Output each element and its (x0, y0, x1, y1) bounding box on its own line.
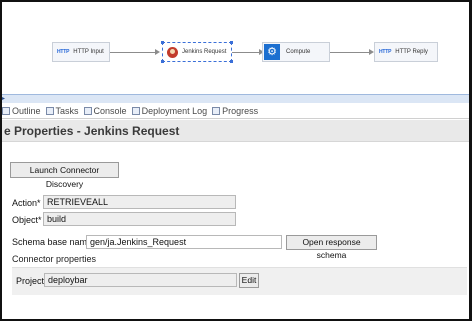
node-jenkins-request[interactable]: Jenkins Request (162, 42, 232, 62)
tasks-icon (45, 107, 54, 115)
gear-icon: ⚙ (264, 44, 280, 60)
deployment-log-icon (131, 107, 140, 115)
node-compute[interactable]: ⚙ Compute (262, 42, 330, 62)
flow-canvas[interactable]: HTTP HTTP Input Jenkins Request ⚙ Comput… (6, 6, 468, 94)
sash-icon: ▸ (2, 96, 6, 102)
node-label: Jenkins Request (182, 49, 227, 55)
jenkins-icon (167, 46, 178, 58)
node-http-input[interactable]: HTTP HTTP Input (52, 42, 110, 62)
open-response-schema-button[interactable]: Open response schema (286, 235, 377, 260)
http-icon: HTTP (379, 49, 392, 55)
edit-button[interactable]: Edit (239, 273, 259, 288)
connector-properties-header: Connector properties (12, 254, 97, 264)
action-label: Action* (12, 198, 41, 208)
tab-console[interactable]: Console (83, 106, 127, 116)
project-label: Project (16, 276, 45, 286)
node-label: Compute (286, 49, 311, 55)
properties-title: e Properties - Jenkins Request (2, 120, 469, 142)
editor-separator: ▸ (2, 94, 469, 103)
node-http-reply[interactable]: HTTP HTTP Reply (374, 42, 438, 62)
selection-handle[interactable] (161, 41, 164, 44)
node-label: HTTP Input (73, 49, 104, 55)
tab-tasks[interactable]: Tasks (45, 106, 79, 116)
selection-handle[interactable] (230, 60, 233, 63)
outline-icon (2, 107, 10, 115)
project-field[interactable]: deploybar (44, 273, 237, 287)
selection-handle[interactable] (161, 60, 164, 63)
selection-handle[interactable] (230, 41, 233, 44)
action-field[interactable]: RETRIEVEALL (43, 195, 236, 209)
launch-connector-discovery-button[interactable]: Launch Connector Discovery (10, 162, 119, 189)
arrow-icon (155, 49, 160, 55)
connector-line (110, 52, 156, 53)
connector-line (330, 52, 370, 53)
schema-base-name-label: Schema base name* (12, 237, 96, 247)
node-label: HTTP Reply (395, 49, 428, 55)
console-icon (83, 107, 92, 115)
progress-icon (212, 107, 221, 115)
schema-base-name-field[interactable]: gen/ja.Jenkins_Request (86, 235, 282, 249)
tab-outline[interactable]: Outline (2, 106, 41, 116)
object-field[interactable]: build (43, 212, 236, 226)
http-icon: HTTP (57, 49, 70, 55)
connector-line (232, 52, 260, 53)
object-label: Object* (12, 215, 42, 225)
tab-progress[interactable]: Progress (212, 106, 258, 116)
tab-deployment-log[interactable]: Deployment Log (131, 106, 207, 116)
view-tab-strip: Outline Tasks Console Deployment Log Pro… (2, 104, 469, 119)
